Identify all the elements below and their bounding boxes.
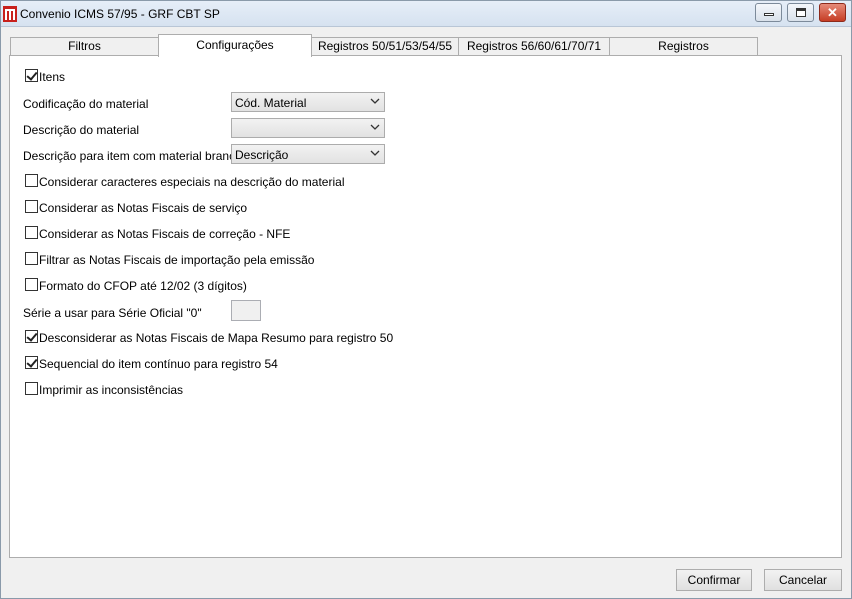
nf-servico-checkbox[interactable] bbox=[25, 200, 38, 213]
serie-input[interactable] bbox=[231, 300, 261, 321]
nf-servico-label: Considerar as Notas Fiscais de serviço bbox=[39, 201, 248, 215]
caracteres-especiais-label: Considerar caracteres especiais na descr… bbox=[39, 175, 345, 189]
nf-importacao-label: Filtrar as Notas Fiscais de importação p… bbox=[39, 253, 315, 267]
formato-cfop-checkbox[interactable] bbox=[25, 278, 38, 291]
nf-correcao-label: Considerar as Notas Fiscais de correção … bbox=[39, 227, 291, 241]
imprimir-inconsistencias-label: Imprimir as inconsistências bbox=[39, 383, 184, 397]
codificacao-select[interactable]: Cód. Material bbox=[231, 92, 385, 112]
nf-importacao-checkbox[interactable] bbox=[25, 252, 38, 265]
mapa-resumo-checkbox[interactable] bbox=[25, 330, 38, 343]
descricao-branco-select[interactable]: Descrição bbox=[231, 144, 385, 164]
caracteres-especiais-checkbox[interactable] bbox=[25, 174, 38, 187]
sequencial-item-checkbox[interactable] bbox=[25, 356, 38, 369]
itens-checkbox[interactable] bbox=[25, 69, 38, 82]
mapa-resumo-label: Desconsiderar as Notas Fiscais de Mapa R… bbox=[39, 331, 394, 345]
serie-label: Série a usar para Série Oficial "0" bbox=[23, 306, 202, 320]
descricao-material-select[interactable] bbox=[231, 118, 385, 138]
descricao-branco-label: Descrição para item com material branco bbox=[23, 149, 242, 163]
itens-label: Itens bbox=[39, 70, 66, 84]
chevron-down-icon bbox=[370, 98, 380, 104]
sequencial-item-label: Sequencial do item contínuo para registr… bbox=[39, 357, 278, 371]
imprimir-inconsistencias-checkbox[interactable] bbox=[25, 382, 38, 395]
nf-correcao-checkbox[interactable] bbox=[25, 226, 38, 239]
main-window: Convenio ICMS 57/95 - GRF CBT SP ✕ Filtr… bbox=[0, 0, 852, 599]
descricao-branco-value: Descrição bbox=[235, 148, 289, 162]
chevron-down-icon bbox=[370, 150, 380, 156]
codificacao-label: Codificação do material bbox=[23, 97, 149, 111]
chevron-down-icon bbox=[370, 124, 380, 130]
codificacao-value: Cód. Material bbox=[235, 96, 307, 110]
descricao-material-label: Descrição do material bbox=[23, 123, 140, 137]
panel-content: Itens Codificação do material Cód. Mater… bbox=[1, 1, 852, 599]
formato-cfop-label: Formato do CFOP até 12/02 (3 dígitos) bbox=[39, 279, 247, 293]
